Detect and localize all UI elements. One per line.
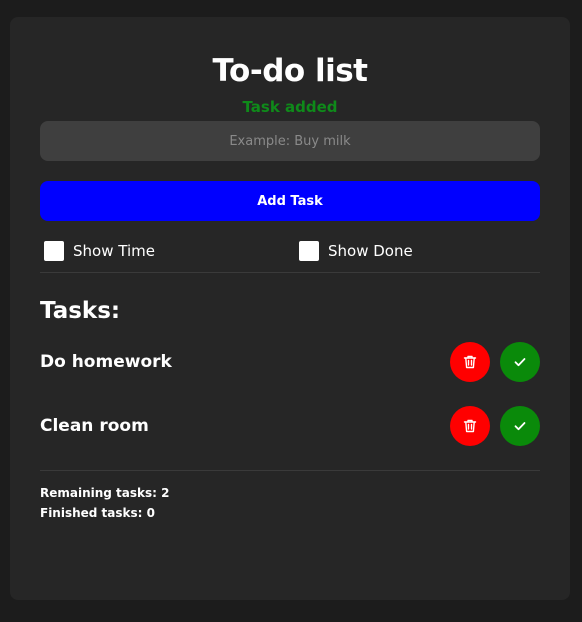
- trash-icon: [463, 355, 477, 369]
- trash-icon: [463, 419, 477, 433]
- footer-divider: [40, 470, 540, 471]
- show-time-option[interactable]: Show Time: [44, 240, 155, 262]
- show-done-option[interactable]: Show Done: [299, 240, 413, 262]
- options-row: Show Time Show Done: [40, 240, 540, 262]
- tasks-heading: Tasks:: [40, 298, 121, 324]
- task-stats: Remaining tasks: 2 Finished tasks: 0: [40, 483, 540, 523]
- status-message: Task added: [242, 98, 338, 116]
- check-icon: [514, 358, 526, 367]
- complete-task-button[interactable]: [500, 342, 540, 382]
- delete-task-button[interactable]: [450, 342, 490, 382]
- delete-task-button[interactable]: [450, 406, 490, 446]
- show-done-checkbox[interactable]: [299, 241, 319, 261]
- task-row: Clean room: [40, 406, 540, 446]
- show-done-label: Show Done: [328, 242, 413, 260]
- show-time-checkbox[interactable]: [44, 241, 64, 261]
- check-icon: [514, 422, 526, 431]
- finished-tasks-count: Finished tasks: 0: [40, 506, 155, 520]
- complete-task-button[interactable]: [500, 406, 540, 446]
- page-title: To-do list: [212, 53, 369, 89]
- add-task-button[interactable]: Add Task: [40, 181, 540, 221]
- task-list: Do homework Clean room: [40, 342, 540, 446]
- task-name: Clean room: [40, 416, 149, 436]
- todo-card: To-do list Task added Add Task Show Time…: [10, 17, 570, 600]
- options-divider: [40, 272, 540, 273]
- remaining-tasks-count: Remaining tasks: 2: [40, 486, 170, 500]
- task-input[interactable]: [40, 121, 540, 161]
- task-name: Do homework: [40, 352, 172, 372]
- task-row: Do homework: [40, 342, 540, 382]
- show-time-label: Show Time: [73, 242, 155, 260]
